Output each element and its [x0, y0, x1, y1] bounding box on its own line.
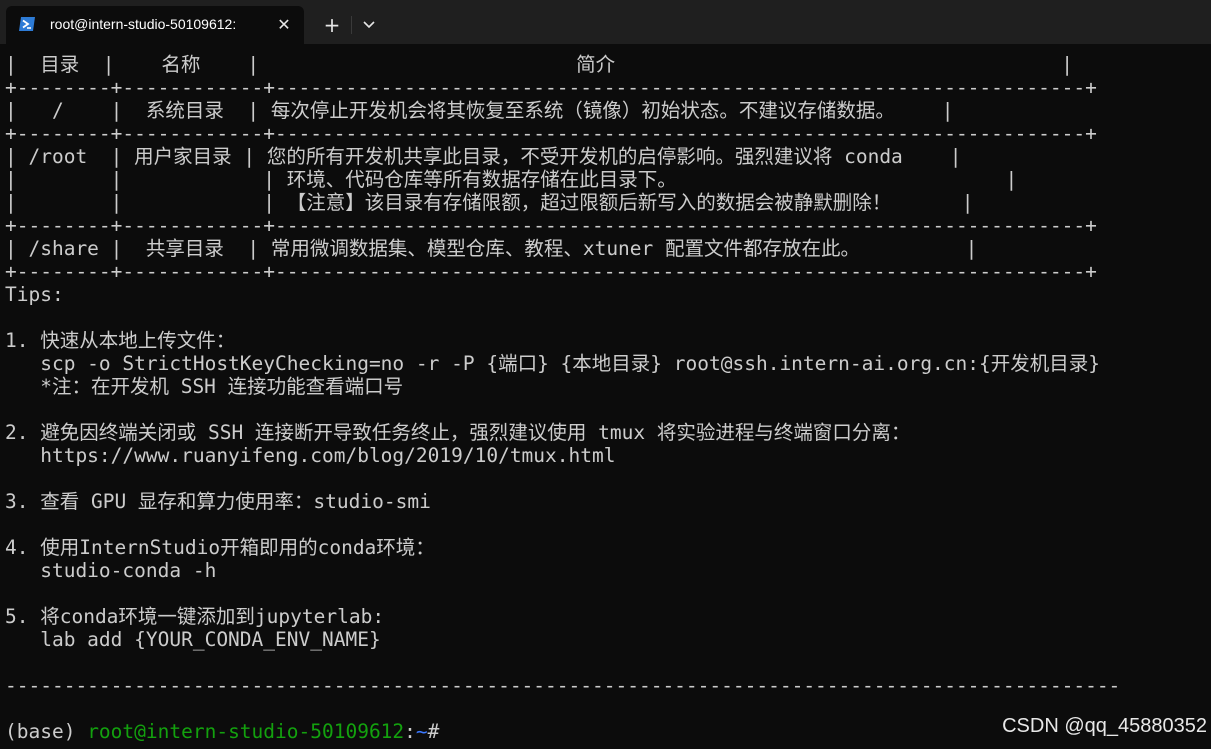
chevron-down-icon[interactable] — [358, 12, 380, 38]
terminal-line: | /root | 用户家目录 | 您的所有开发机共享此目录，不受开发机的启停影… — [5, 145, 962, 168]
terminal-line: Tips: — [5, 283, 64, 306]
tab-divider — [351, 16, 352, 34]
terminal-line: | / | 系统目录 | 每次停止开发机会将其恢复至系统（镜像）初始状态。不建议… — [5, 99, 954, 122]
terminal-line: 5. 将conda环境一键添加到jupyterlab: — [5, 605, 385, 628]
tab-bar: root@intern-studio-50109612: ✕ + — [0, 0, 1211, 44]
new-tab-button[interactable]: + — [318, 11, 346, 39]
shell-prompt[interactable]: (base) root@intern-studio-50109612:~# — [5, 720, 439, 743]
terminal-line: | | | 环境、代码仓库等所有数据存储在此目录下。 | — [5, 168, 1018, 191]
terminal-line: | | | 【注意】该目录有存储限额，超过限额后新写入的数据会被静默删除！ | — [5, 191, 974, 214]
watermark: CSDN @qq_45880352 — [1002, 715, 1207, 737]
terminal-line: 3. 查看 GPU 显存和算力使用率：studio-smi — [5, 490, 431, 513]
terminal-tab[interactable]: root@intern-studio-50109612: ✕ — [6, 6, 304, 44]
terminal-line: | /share | 共享目录 | 常用微调数据集、模型仓库、教程、xtuner… — [5, 237, 978, 260]
prompt-env: (base) — [5, 720, 88, 743]
terminal-line: 2. 避免因终端关闭或 SSH 连接断开导致任务终止，强烈建议使用 tmux 将… — [5, 421, 911, 444]
terminal-line: ----------------------------------------… — [5, 674, 1121, 697]
terminal-line: | 目录 | 名称 | 简介 | — [5, 53, 1073, 76]
tab-title: root@intern-studio-50109612: — [50, 16, 237, 32]
powershell-icon — [19, 17, 35, 31]
terminal-line[interactable]: https://www.ruanyifeng.com/blog/2019/10/… — [5, 444, 615, 467]
close-icon[interactable]: ✕ — [272, 13, 296, 37]
terminal-line: lab add {YOUR_CONDA_ENV_NAME} — [5, 628, 381, 651]
terminal-line: studio-conda -h — [5, 559, 217, 582]
prompt-user-host: root@intern-studio-50109612 — [87, 720, 405, 743]
terminal-line: +--------+------------+-----------------… — [5, 122, 1097, 145]
prompt-colon: : — [404, 720, 416, 743]
terminal-line: scp -o StrictHostKeyChecking=no -r -P {端… — [5, 352, 1100, 375]
terminal-line: +--------+------------+-----------------… — [5, 76, 1097, 99]
terminal-line: +--------+------------+-----------------… — [5, 214, 1097, 237]
prompt-path: ~ — [415, 720, 428, 743]
terminal-line: +--------+------------+-----------------… — [5, 260, 1097, 283]
terminal-output[interactable]: | 目录 | 名称 | 简介 | +--------+------------+… — [5, 44, 1205, 749]
prompt-symbol: # — [427, 720, 440, 743]
terminal-line: 4. 使用InternStudio开箱即用的conda环境： — [5, 536, 435, 559]
terminal-line: 1. 快速从本地上传文件： — [5, 329, 236, 352]
terminal-line: *注：在开发机 SSH 连接功能查看端口号 — [5, 375, 404, 398]
